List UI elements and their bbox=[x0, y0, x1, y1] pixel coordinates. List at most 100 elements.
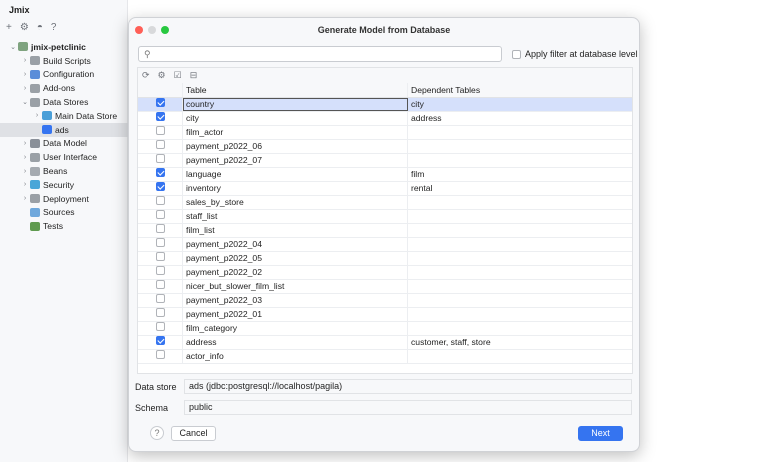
tree-item-label: Data Model bbox=[43, 138, 87, 149]
table-row[interactable]: payment_p2022_03 bbox=[138, 294, 632, 308]
table-name: nicer_but_slower_film_list bbox=[183, 280, 408, 293]
dependent-tables bbox=[408, 266, 632, 279]
row-checkbox[interactable] bbox=[155, 168, 165, 177]
apply-filter-checkbox[interactable]: Apply filter at database level bbox=[512, 49, 638, 59]
table-row[interactable]: sales_by_store bbox=[138, 196, 632, 210]
table-name: sales_by_store bbox=[183, 196, 408, 209]
table-row[interactable]: country city bbox=[138, 98, 632, 112]
row-checkbox[interactable] bbox=[155, 336, 165, 345]
chevron-icon[interactable]: ⌄ bbox=[20, 98, 30, 106]
row-checkbox[interactable] bbox=[155, 350, 165, 359]
chevron-icon[interactable]: › bbox=[20, 85, 30, 92]
dependent-tables bbox=[408, 322, 632, 335]
dependent-tables bbox=[408, 224, 632, 237]
gradle-icon[interactable]: ◓ bbox=[37, 22, 43, 33]
row-checkbox[interactable] bbox=[155, 266, 165, 275]
gear-icon[interactable]: ⚙ bbox=[20, 22, 29, 33]
column-header-table[interactable]: Table bbox=[183, 83, 408, 97]
chevron-icon[interactable]: › bbox=[20, 181, 30, 188]
row-checkbox[interactable] bbox=[155, 98, 165, 107]
tree-item-data-stores[interactable]: ⌄ Data Stores bbox=[0, 95, 128, 109]
dependent-tables bbox=[408, 294, 632, 307]
row-checkbox[interactable] bbox=[155, 154, 165, 163]
close-window-button[interactable] bbox=[135, 26, 143, 34]
table-row[interactable]: film_actor bbox=[138, 126, 632, 140]
row-checkbox[interactable] bbox=[155, 196, 165, 205]
chevron-icon[interactable]: ⌄ bbox=[8, 43, 18, 51]
row-checkbox[interactable] bbox=[155, 322, 165, 331]
add-icon[interactable]: + bbox=[6, 22, 12, 33]
table-row[interactable]: actor_info bbox=[138, 350, 632, 364]
table-name: payment_p2022_03 bbox=[183, 294, 408, 307]
dependent-tables bbox=[408, 210, 632, 223]
chevron-icon[interactable]: › bbox=[20, 57, 30, 64]
table-name: address bbox=[183, 336, 408, 349]
search-input[interactable]: ⚲ bbox=[138, 46, 502, 62]
row-checkbox[interactable] bbox=[155, 238, 165, 247]
row-checkbox[interactable] bbox=[155, 140, 165, 149]
table-row[interactable]: payment_p2022_05 bbox=[138, 252, 632, 266]
tree-item-label: Main Data Store bbox=[55, 110, 118, 121]
chevron-icon[interactable]: › bbox=[20, 140, 30, 147]
tree-item-deployment[interactable]: › Deployment bbox=[0, 192, 128, 206]
table-row[interactable]: payment_p2022_04 bbox=[138, 238, 632, 252]
tree-item-tests[interactable]: Tests bbox=[0, 219, 128, 233]
table-name: language bbox=[183, 168, 408, 181]
table-row[interactable]: payment_p2022_01 bbox=[138, 308, 632, 322]
chevron-icon[interactable]: › bbox=[20, 195, 30, 202]
checkbox[interactable] bbox=[512, 49, 521, 59]
row-checkbox[interactable] bbox=[155, 280, 165, 289]
row-checkbox[interactable] bbox=[155, 308, 165, 317]
app-title: Jmix bbox=[9, 5, 30, 15]
tree-item-label: Add-ons bbox=[43, 83, 76, 94]
row-checkbox[interactable] bbox=[155, 182, 165, 191]
table-row[interactable]: payment_p2022_02 bbox=[138, 266, 632, 280]
tree-item-configuration[interactable]: › Configuration bbox=[0, 68, 128, 82]
cancel-button[interactable]: Cancel bbox=[171, 426, 216, 441]
chevron-icon[interactable]: › bbox=[20, 154, 30, 161]
chevron-icon[interactable]: › bbox=[32, 112, 42, 119]
settings-icon[interactable]: ⚙ bbox=[158, 70, 166, 81]
table-row[interactable]: payment_p2022_07 bbox=[138, 154, 632, 168]
table-row[interactable]: language film bbox=[138, 168, 632, 182]
help-icon[interactable]: ? bbox=[51, 22, 57, 33]
next-button[interactable]: Next bbox=[578, 426, 623, 441]
tree-item-sources[interactable]: Sources bbox=[0, 206, 128, 220]
deselect-all-icon[interactable]: ⊟ bbox=[190, 70, 198, 81]
help-button[interactable]: ? bbox=[150, 426, 164, 440]
row-checkbox[interactable] bbox=[155, 210, 165, 219]
row-checkbox[interactable] bbox=[155, 224, 165, 233]
table-row[interactable]: nicer_but_slower_film_list bbox=[138, 280, 632, 294]
tree-item-jmix-petclinic[interactable]: ⌄ jmix-petclinic bbox=[0, 40, 128, 54]
tree-item-add-ons[interactable]: › Add-ons bbox=[0, 81, 128, 95]
row-checkbox[interactable] bbox=[155, 252, 165, 261]
row-checkbox[interactable] bbox=[155, 126, 165, 135]
refresh-icon[interactable]: ⟳ bbox=[142, 70, 150, 81]
table-row[interactable]: film_category bbox=[138, 322, 632, 336]
table-row[interactable]: city address bbox=[138, 112, 632, 126]
minimize-window-button[interactable] bbox=[148, 26, 156, 34]
select-all-icon[interactable]: ☑ bbox=[174, 70, 182, 81]
table-row[interactable]: inventory rental bbox=[138, 182, 632, 196]
tree-item-beans[interactable]: › Beans bbox=[0, 164, 128, 178]
tree-item-security[interactable]: › Security bbox=[0, 178, 128, 192]
tree-item-user-interface[interactable]: › User Interface bbox=[0, 150, 128, 164]
tree-item-ads[interactable]: ads bbox=[0, 122, 128, 137]
tree-item-label: Sources bbox=[43, 207, 75, 218]
column-header-dependent[interactable]: Dependent Tables bbox=[408, 83, 632, 97]
table-row[interactable]: payment_p2022_06 bbox=[138, 140, 632, 154]
chevron-icon[interactable]: › bbox=[20, 71, 30, 78]
table-row[interactable]: address customer, staff, store bbox=[138, 336, 632, 350]
tree-item-build-scripts[interactable]: › Build Scripts bbox=[0, 54, 128, 68]
chevron-icon[interactable]: › bbox=[20, 168, 30, 175]
node-icon bbox=[30, 138, 40, 148]
table-row[interactable]: staff_list bbox=[138, 210, 632, 224]
tree-item-main-data-store[interactable]: › Main Data Store bbox=[0, 109, 128, 123]
maximize-window-button[interactable] bbox=[161, 26, 169, 34]
row-checkbox[interactable] bbox=[155, 294, 165, 303]
table-row[interactable]: film_list bbox=[138, 224, 632, 238]
row-checkbox[interactable] bbox=[155, 112, 165, 121]
data-store-value: ads (jdbc:postgresql://localhost/pagila) bbox=[184, 379, 632, 394]
tree-item-data-model[interactable]: › Data Model bbox=[0, 137, 128, 151]
node-icon bbox=[42, 111, 52, 121]
